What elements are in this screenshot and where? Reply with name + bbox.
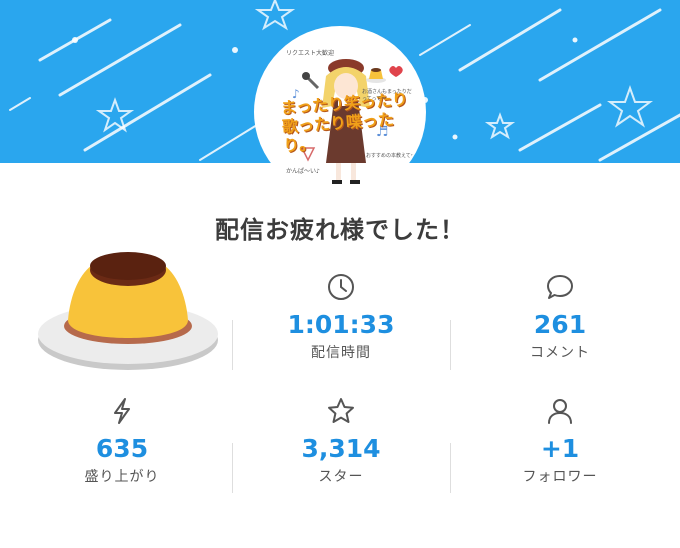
streamer-avatar[interactable]: ♪ ♬ まったり笑ったり歌ったり喋ったり。 リクエスト大歓迎 お酒さんもまったり… (256, 28, 424, 196)
stat-stars: 3,314 スター (241, 396, 441, 486)
comments-value: 261 (533, 310, 587, 339)
avatar-caption-top: リクエスト大歓迎 (286, 50, 335, 57)
followers-value: +1 (540, 434, 580, 463)
duration-label: 配信時間 (311, 345, 371, 361)
divider (450, 320, 451, 370)
star-icon (328, 398, 354, 423)
pudding-icon (38, 252, 218, 370)
comment-icon (547, 275, 573, 299)
user-icon (548, 399, 572, 424)
lightning-icon (114, 398, 130, 424)
clock-icon (328, 274, 354, 300)
headline-text: 配信お疲れ様でした！ (215, 216, 465, 244)
stars-value: 3,314 (301, 434, 381, 463)
stat-comments: 261 コメント (460, 272, 660, 362)
followers-label: フォロワー (522, 469, 598, 485)
excitement-label: 盛り上がり (84, 469, 160, 485)
stat-duration: 1:01:33 配信時間 (241, 272, 441, 362)
comments-label: コメント (530, 345, 590, 361)
excitement-value: 635 (95, 434, 149, 463)
stat-excitement: 635 盛り上がり (22, 396, 222, 486)
divider (450, 443, 451, 493)
stat-followers: +1 フォロワー (460, 396, 660, 486)
avatar-caption-bottom: おすすめの本教えて〜 (366, 153, 416, 159)
divider (232, 320, 233, 370)
avatar-caption-right: お酒さんもまったりだってって〜 (362, 89, 412, 102)
avatar-caption-left: かんぱ〜い♪ (286, 168, 320, 175)
stars-label: スター (318, 469, 364, 485)
duration-value: 1:01:33 (287, 310, 395, 339)
divider (232, 443, 233, 493)
